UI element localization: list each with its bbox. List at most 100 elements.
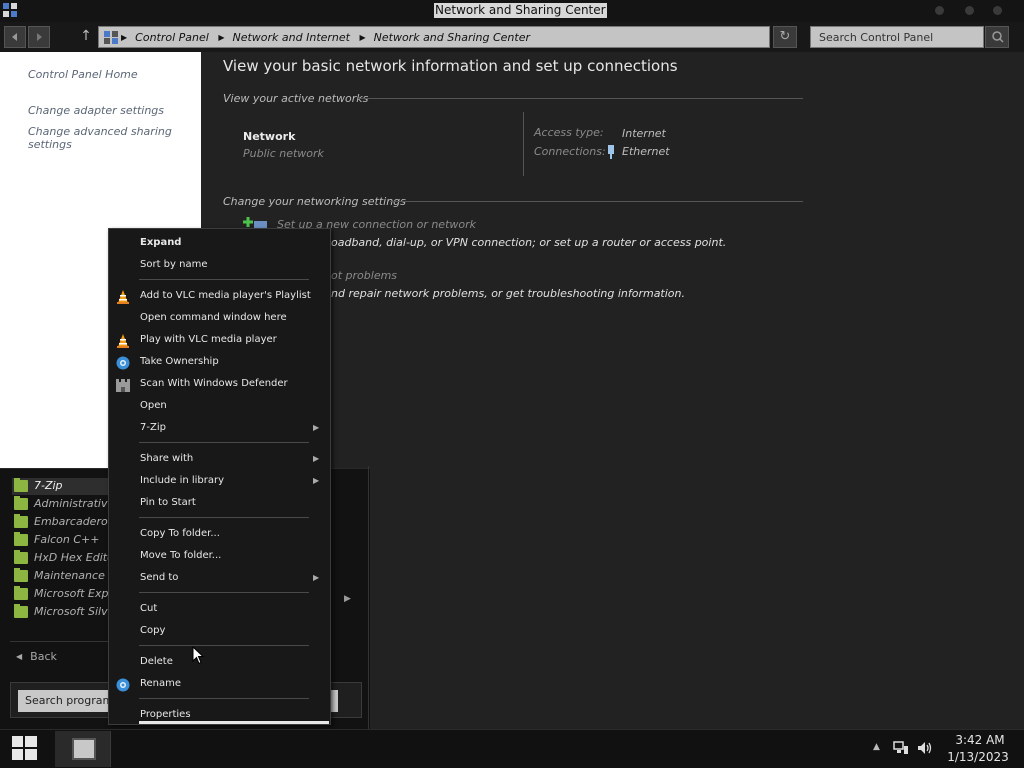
windows-start-icon[interactable] [10,735,40,761]
chevron-right-icon[interactable]: ▶ [121,33,127,42]
control-panel-icon [72,738,96,760]
change-advanced-sharing-link[interactable]: Change advanced sharing settings [28,125,178,151]
start-menu-folder-microsoft-expression[interactable]: Microsoft Expre [12,586,120,603]
chevron-right-icon[interactable]: ▶ [359,33,365,42]
control-panel-home-link[interactable]: Control Panel Home [28,68,178,81]
access-type-label: Access type: [534,126,604,139]
taskbar [0,729,1024,768]
chevron-right-icon: ▶ [313,454,320,463]
clock-date[interactable]: 1/13/2023 [946,750,1010,764]
ethernet-icon [608,145,614,159]
context-menu-take-ownership[interactable]: Take Ownership [109,353,330,373]
search-button[interactable] [985,26,1009,48]
network-tray-icon[interactable] [893,741,909,755]
context-menu-send-to[interactable]: Send to ▶ [109,569,330,589]
taskbar-control-panel[interactable] [55,731,111,767]
context-menu-open-command-window[interactable]: Open command window here [109,309,330,329]
active-networks-label: View your active networks [223,92,369,105]
context-menu-delete[interactable]: Delete [109,653,330,673]
start-menu-folder-hxd[interactable]: HxD Hex Editor [12,550,118,567]
start-menu-folder-falcon[interactable]: Falcon C++ [12,532,112,549]
context-menu-label: Copy To folder... [140,528,220,539]
divider [523,112,524,176]
folder-icon [14,586,28,600]
start-menu-folder-maintenance[interactable]: Maintenance [12,568,112,585]
close-button[interactable] [993,6,1002,15]
chevron-right-icon: ▶ [313,573,320,582]
chevron-right-icon: ▶ [313,423,320,432]
start-menu-folder-7zip[interactable]: 7-Zip [12,478,112,495]
context-menu-scan-with-defender[interactable]: Scan With Windows Defender [109,375,330,395]
search-icon [992,31,1004,43]
context-menu-sort-by-name[interactable]: Sort by name [109,256,330,276]
context-menu-separator [139,592,309,593]
minimize-button[interactable] [935,6,944,15]
folder-icon [14,568,28,582]
chevron-right-icon[interactable]: ▶ [344,594,351,604]
context-menu-separator [139,442,309,443]
refresh-icon: ↻ [779,29,791,44]
context-menu-add-to-vlc-playlist[interactable]: Add to VLC media player's Playlist [109,287,330,307]
context-menu-7zip[interactable]: 7-Zip ▶ [109,419,330,439]
context-menu-separator [139,698,309,699]
context-menu-move-to-folder[interactable]: Move To folder... [109,547,330,567]
start-menu-folder-embarcadero[interactable]: Embarcadero D [12,514,120,531]
chevron-right-icon[interactable]: ▶ [218,33,224,42]
context-menu-rename[interactable]: Rename [109,675,330,695]
context-menu-label: Delete [140,656,173,667]
mouse-cursor-icon [192,646,205,665]
context-menu-include-in-library[interactable]: Include in library ▶ [109,472,330,492]
address-bar[interactable]: ▶ Control Panel ▶ Network and Internet ▶ Ne… [98,26,770,48]
divider [358,98,803,99]
context-menu-cut[interactable]: Cut [109,600,330,620]
context-menu-expand[interactable]: Expand [109,234,330,254]
context-menu-open[interactable]: Open [109,397,330,417]
breadcrumb-control-panel[interactable]: Control Panel [135,31,209,44]
context-menu-label: Play with VLC media player [140,334,277,345]
folder-icon [14,478,28,492]
clock-time[interactable]: 3:42 AM [952,733,1008,747]
volume-icon[interactable] [917,741,933,755]
change-adapter-settings-link[interactable]: Change adapter settings [28,104,178,117]
forward-button[interactable] [28,26,50,48]
context-menu-label: Open command window here [140,312,287,323]
chevron-up-icon[interactable]: ▲ [873,742,880,752]
refresh-button[interactable]: ↻ [773,26,797,48]
gear-shield-icon [115,355,131,371]
network-type-link[interactable]: Public network [243,147,324,160]
context-menu-label: Scan With Windows Defender [140,378,288,389]
context-menu-share-with[interactable]: Share with ▶ [109,450,330,470]
context-menu-label: Copy [140,625,166,636]
divider [368,466,369,729]
breadcrumb-network-sharing-center[interactable]: Network and Sharing Center [374,31,530,44]
network-name: Network [243,130,296,143]
ethernet-connection-link[interactable]: Ethernet [622,145,670,158]
troubleshoot-link[interactable]: ot problems [331,269,397,282]
context-menu-label: Include in library [140,475,225,486]
setup-connection-description: oadband, dial-up, or VPN connection; or … [331,236,727,249]
defender-castle-icon [115,377,131,393]
context-menu-label: Take Ownership [140,356,219,367]
context-menu-copy-to-folder[interactable]: Copy To folder... [109,525,330,545]
context-menu-label: Share with [140,453,194,464]
context-menu-play-with-vlc[interactable]: Play with VLC media player [109,331,330,351]
divider [390,201,803,202]
back-button[interactable] [4,26,26,48]
up-arrow-icon[interactable]: ↑ [78,28,94,46]
folder-icon [14,496,28,510]
start-menu-folder-administrative[interactable]: Administrative [12,496,114,513]
start-menu-folder-microsoft-silverlight[interactable]: Microsoft Silve [12,604,114,621]
breadcrumb-network-and-internet[interactable]: Network and Internet [232,31,350,44]
context-menu-copy[interactable]: Copy [109,622,330,642]
vlc-cone-icon [115,333,131,349]
maximize-button[interactable] [965,6,974,15]
context-menu-label: Cut [140,603,158,614]
context-menu-separator [139,279,309,280]
folder-icon [14,532,28,546]
search-input[interactable]: Search Control Panel [810,26,984,48]
context-menu-label: Send to [140,572,179,583]
context-menu-label: Open [140,400,167,411]
change-settings-label: Change your networking settings [223,195,406,208]
context-menu-pin-to-start[interactable]: Pin to Start [109,494,330,514]
start-menu-back-button[interactable]: ◀ Back [16,650,57,663]
